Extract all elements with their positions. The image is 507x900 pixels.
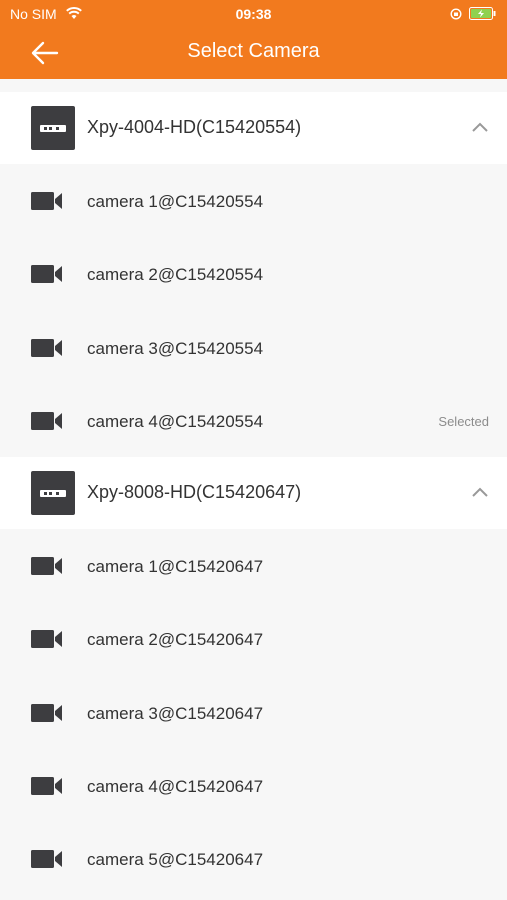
camera-row[interactable]: camera 1@C15420647 <box>0 529 507 603</box>
status-time: 09:38 <box>235 6 272 22</box>
device-name: Xpy-4004-HD(C15420554) <box>87 117 302 137</box>
camera-label: camera 4@C15420647 <box>87 777 264 797</box>
video-camera-icon <box>31 557 62 576</box>
camera-row[interactable]: camera 3@C15420647 <box>0 675 507 750</box>
camera-label: camera 5@C15420647 <box>87 850 264 870</box>
camera-label: camera 2@C15420647 <box>87 630 264 650</box>
chevron-up-icon[interactable] <box>470 485 490 499</box>
camera-label: camera 3@C15420647 <box>87 703 264 723</box>
device-row[interactable]: Xpy-8008-HD(C15420647) <box>0 457 507 530</box>
orientation-lock-icon <box>450 8 462 20</box>
video-camera-icon <box>31 411 62 430</box>
dvr-icon <box>31 106 75 150</box>
device-name: Xpy-8008-HD(C15420647) <box>87 482 302 503</box>
device-row[interactable]: Xpy-4004-HD(C15420554) <box>0 92 507 164</box>
video-camera-icon <box>31 338 62 357</box>
camera-label: camera 4@C15420554 <box>87 411 264 431</box>
dvr-icon <box>31 471 75 516</box>
video-camera-icon <box>31 192 62 210</box>
video-camera-icon <box>31 630 62 649</box>
header-bar: No SIM 09:38 Select Camera <box>0 0 507 79</box>
camera-row[interactable]: camera 1@C15420554 <box>0 164 507 238</box>
camera-label: camera 1@C15420554 <box>87 192 264 211</box>
video-camera-icon <box>31 703 62 722</box>
video-camera-icon <box>31 850 62 869</box>
selected-badge: Selected <box>438 413 489 429</box>
page-title: Select Camera <box>187 40 320 62</box>
camera-label: camera 3@C15420554 <box>87 338 264 358</box>
status-bar: No SIM 09:38 <box>0 0 507 28</box>
chevron-up-icon[interactable] <box>470 120 490 134</box>
camera-list: Xpy-4004-HD(C15420554) camera 1@C15420554… <box>0 92 507 896</box>
camera-label: camera 2@C15420554 <box>87 265 264 285</box>
battery-icon <box>469 7 496 20</box>
camera-row[interactable]: camera 2@C15420554 <box>0 237 507 311</box>
video-camera-icon <box>31 777 62 796</box>
camera-label: camera 1@C15420647 <box>87 557 264 577</box>
camera-row[interactable]: camera 4@C15420647 <box>0 749 507 823</box>
camera-row[interactable]: camera 3@C15420554 <box>0 310 507 384</box>
camera-row[interactable]: camera 5@C15420647 <box>0 822 507 896</box>
camera-row[interactable]: camera 4@C15420554 Selected <box>0 383 507 458</box>
camera-row[interactable]: camera 2@C15420647 <box>0 602 507 676</box>
video-camera-icon <box>31 265 62 284</box>
